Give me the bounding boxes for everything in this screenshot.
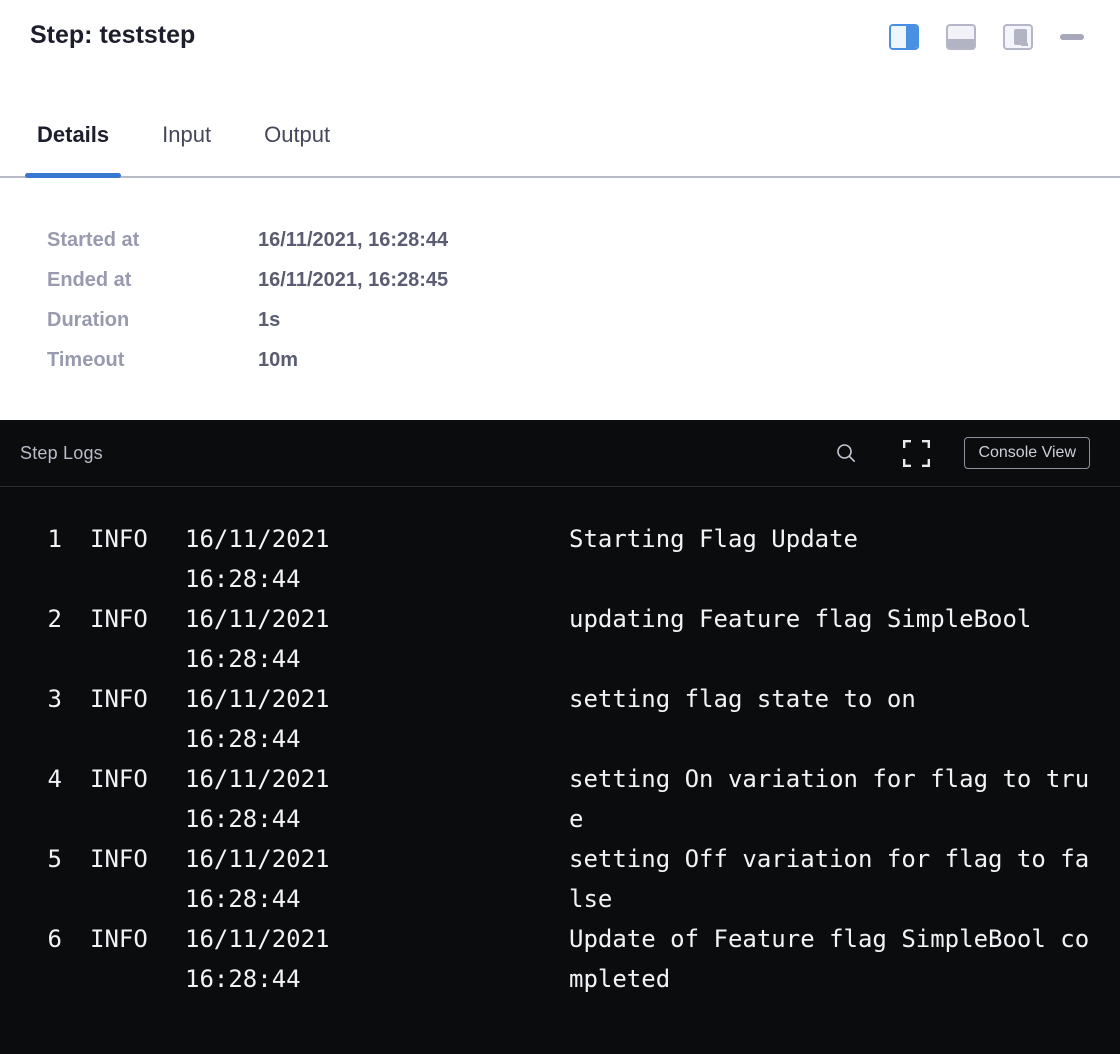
log-line-number: 6	[24, 919, 62, 999]
page-title: Step: teststep	[30, 20, 195, 50]
log-row: 6 INFO 16/11/2021 16:28:44 Update of Fea…	[24, 919, 1096, 999]
tab-details[interactable]: Details	[25, 120, 121, 176]
floating-pane-dash	[1021, 43, 1028, 46]
split-right-pane	[906, 26, 917, 48]
step-details-section: Step: teststep Details Input Output Star…	[0, 0, 1120, 420]
detail-row-started-at: Started at 16/11/2021, 16:28:44	[47, 220, 1120, 260]
log-timestamp: 16/11/2021 16:28:44	[185, 759, 459, 839]
detail-label: Started at	[47, 220, 258, 260]
layout-bottom-icon[interactable]	[946, 24, 976, 50]
log-message: Update of Feature flag SimpleBool comple…	[569, 919, 1095, 999]
log-level: INFO	[90, 679, 148, 759]
tab-output[interactable]: Output	[252, 120, 342, 176]
step-logs-title: Step Logs	[20, 443, 103, 464]
detail-label: Timeout	[47, 340, 258, 380]
log-timestamp: 16/11/2021 16:28:44	[185, 919, 459, 999]
log-timestamp: 16/11/2021 16:28:44	[185, 519, 459, 599]
detail-label: Ended at	[47, 260, 258, 300]
detail-value: 1s	[258, 300, 280, 340]
log-level: INFO	[90, 519, 148, 599]
detail-value: 16/11/2021, 16:28:45	[258, 260, 448, 300]
log-row: 1 INFO 16/11/2021 16:28:44 Starting Flag…	[24, 519, 1096, 599]
log-level: INFO	[90, 599, 148, 679]
titlebar: Step: teststep	[0, 0, 1120, 50]
log-message: setting Off variation for flag to false	[569, 839, 1095, 919]
step-logs-header: Step Logs Console View	[0, 420, 1120, 487]
log-line-number: 4	[24, 759, 62, 839]
fullscreen-corners-icon[interactable]	[903, 440, 930, 467]
detail-row-duration: Duration 1s	[47, 300, 1120, 340]
log-line-number: 5	[24, 839, 62, 919]
layout-floating-icon[interactable]	[1003, 24, 1033, 50]
log-row: 2 INFO 16/11/2021 16:28:44 updating Feat…	[24, 599, 1096, 679]
log-row: 4 INFO 16/11/2021 16:28:44 setting On va…	[24, 759, 1096, 839]
log-level: INFO	[90, 839, 148, 919]
detail-value: 16/11/2021, 16:28:44	[258, 220, 448, 260]
layout-split-right-icon[interactable]	[889, 24, 919, 50]
log-level: INFO	[90, 919, 148, 999]
log-line-number: 3	[24, 679, 62, 759]
minimize-icon[interactable]	[1060, 34, 1084, 40]
log-message: setting On variation for flag to true	[569, 759, 1095, 839]
log-timestamp: 16/11/2021 16:28:44	[185, 839, 459, 919]
step-logs-panel: Step Logs Console View 1 INFO	[0, 420, 1120, 1054]
log-row: 3 INFO 16/11/2021 16:28:44 setting flag …	[24, 679, 1096, 759]
log-row: 5 INFO 16/11/2021 16:28:44 setting Off v…	[24, 839, 1096, 919]
tabbar: Details Input Output	[0, 120, 1120, 178]
log-message: setting flag state to on	[569, 679, 1095, 759]
split-left-pane	[891, 26, 906, 48]
log-message: updating Feature flag SimpleBool	[569, 599, 1095, 679]
tab-input[interactable]: Input	[150, 120, 223, 176]
log-message: Starting Flag Update	[569, 519, 1095, 599]
layout-controls	[889, 24, 1084, 50]
log-actions: Console View	[835, 437, 1090, 469]
log-level: INFO	[90, 759, 148, 839]
console-view-button[interactable]: Console View	[964, 437, 1090, 469]
log-timestamp: 16/11/2021 16:28:44	[185, 679, 459, 759]
log-line-number: 2	[24, 599, 62, 679]
detail-label: Duration	[47, 300, 258, 340]
search-icon[interactable]	[835, 442, 857, 464]
detail-row-ended-at: Ended at 16/11/2021, 16:28:45	[47, 260, 1120, 300]
detail-row-timeout: Timeout 10m	[47, 340, 1120, 380]
log-line-number: 1	[24, 519, 62, 599]
detail-value: 10m	[258, 340, 298, 380]
details-grid: Started at 16/11/2021, 16:28:44 Ended at…	[0, 178, 1120, 380]
log-body: 1 INFO 16/11/2021 16:28:44 Starting Flag…	[0, 487, 1120, 999]
log-timestamp: 16/11/2021 16:28:44	[185, 599, 459, 679]
